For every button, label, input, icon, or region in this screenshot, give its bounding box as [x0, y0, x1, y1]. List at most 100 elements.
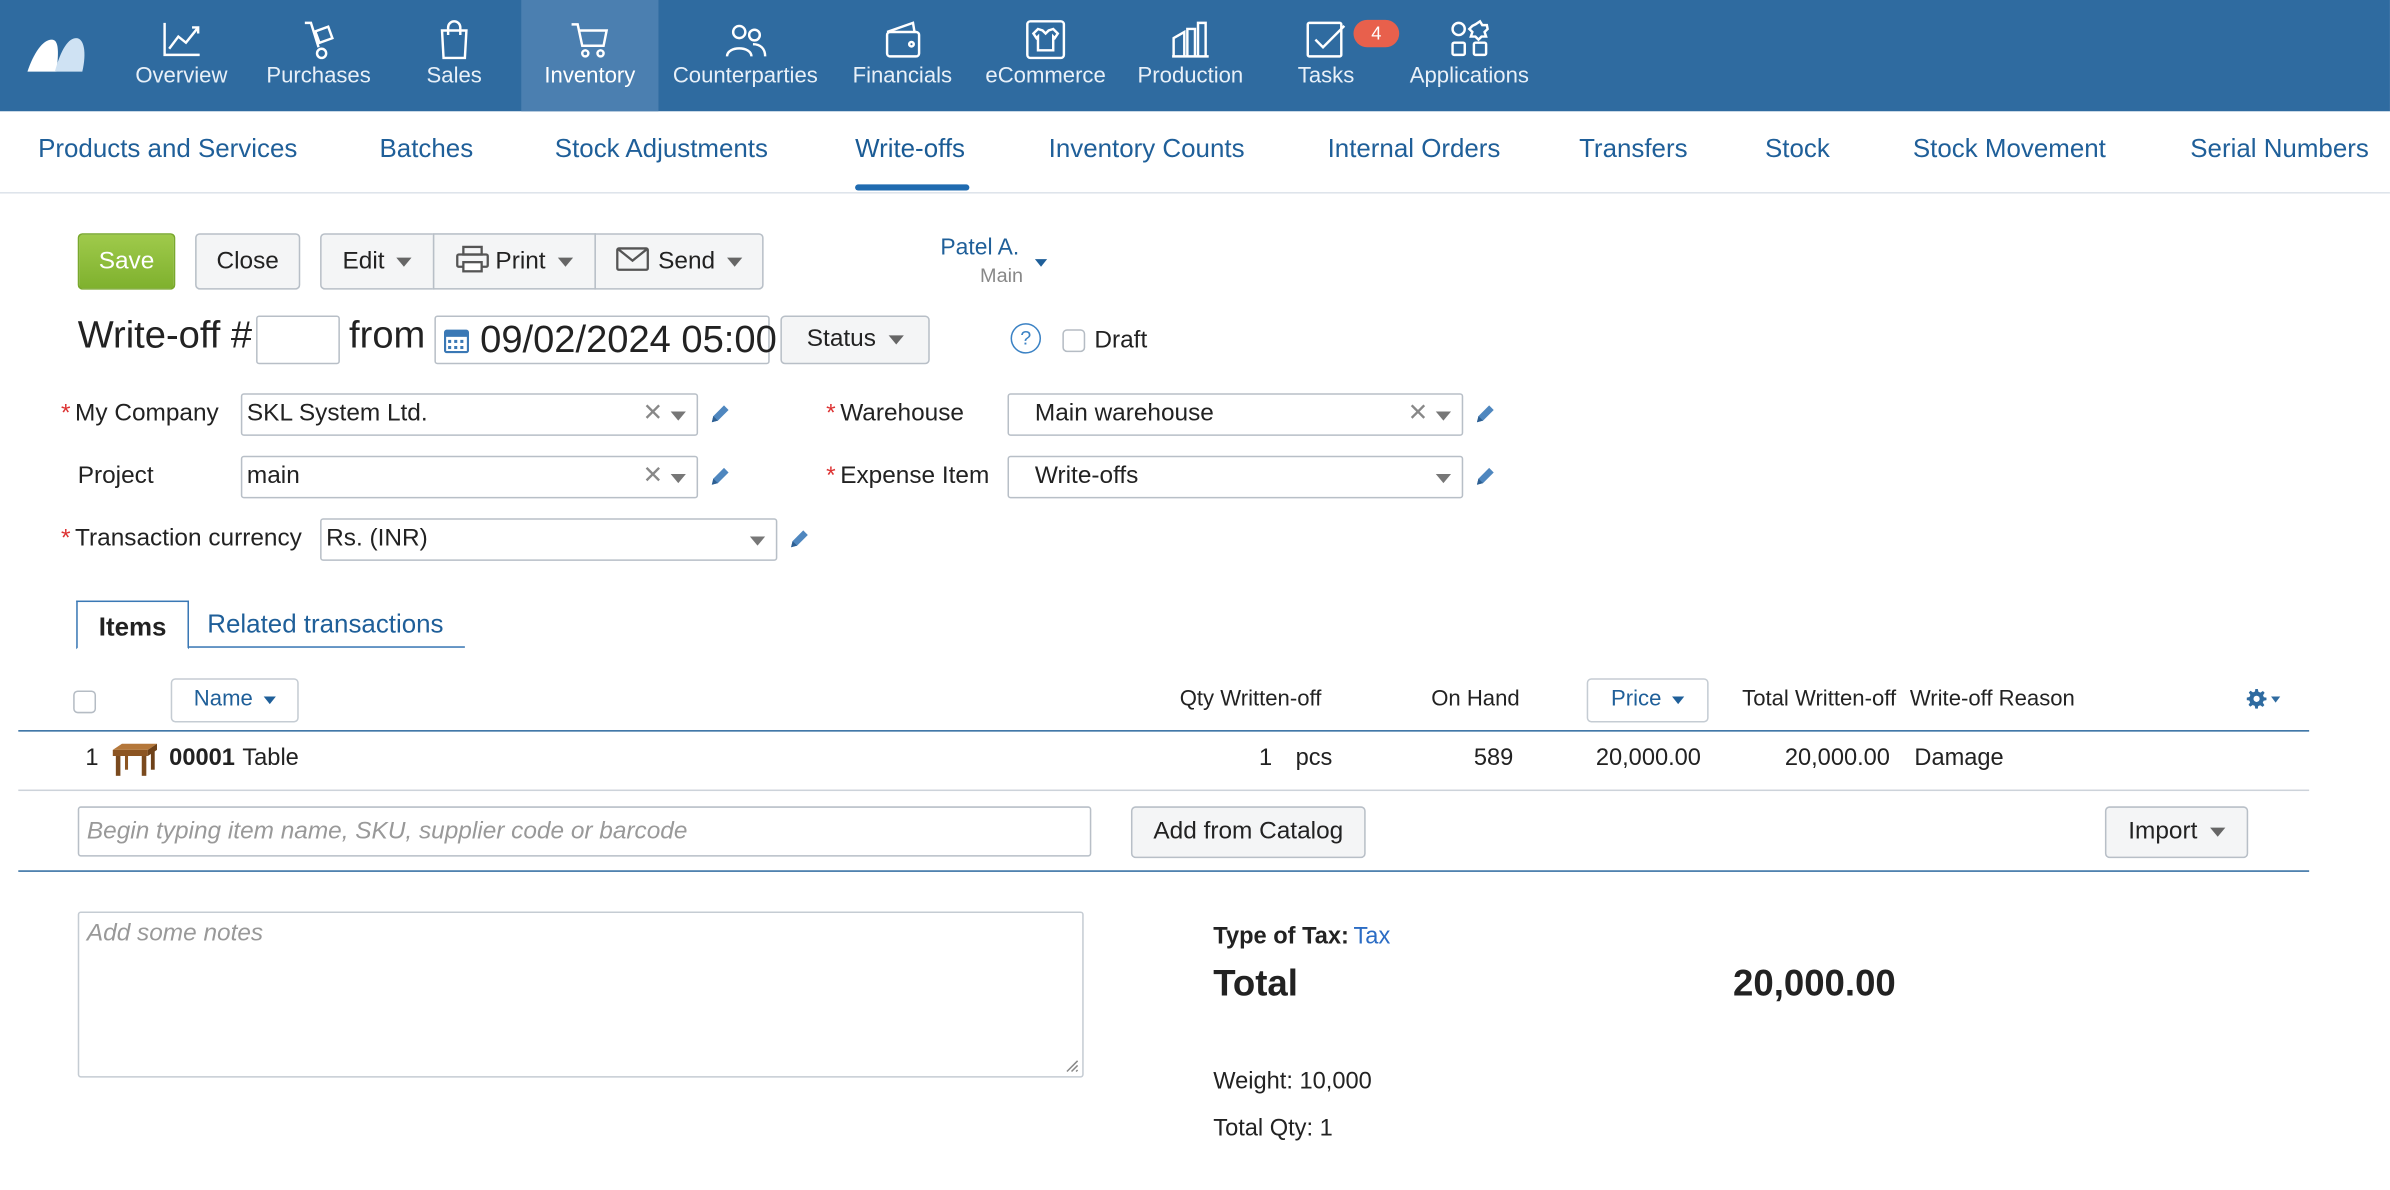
send-menu-button[interactable]: Send	[594, 233, 764, 290]
subnav-products-and-services[interactable]: Products and Services	[38, 134, 297, 164]
chevron-down-icon[interactable]	[1435, 411, 1452, 421]
clear-icon[interactable]: ✕	[643, 457, 663, 497]
subnav-stock-movement[interactable]: Stock Movement	[1913, 134, 2106, 164]
nav-counterparties[interactable]: Counterparties	[671, 0, 820, 111]
nav-financials[interactable]: Financials	[847, 0, 957, 111]
sub-navigation: Products and Services Batches Stock Adju…	[0, 111, 2390, 194]
chevron-down-icon[interactable]	[670, 411, 686, 421]
qty-value[interactable]: 1	[1259, 745, 1272, 772]
status-dropdown[interactable]: Status	[780, 315, 930, 365]
nav-applications[interactable]: Applications	[1405, 0, 1533, 111]
grid-footer-rule	[18, 870, 2310, 872]
print-menu-button[interactable]: Print	[432, 233, 596, 290]
project-select[interactable]: main ✕	[240, 455, 699, 499]
edit-pencil-icon[interactable]	[1472, 402, 1496, 426]
subnav-batches[interactable]: Batches	[380, 134, 474, 164]
clear-icon[interactable]: ✕	[1408, 395, 1428, 435]
reason-value[interactable]: Damage	[1914, 745, 2003, 772]
nav-production-label: Production	[1137, 64, 1244, 89]
subnav-internal-orders[interactable]: Internal Orders	[1328, 134, 1501, 164]
add-from-catalog-button[interactable]: Add from Catalog	[1130, 806, 1366, 859]
document-date-value: 09/02/2024 05:00	[480, 318, 777, 362]
chevron-down-icon[interactable]	[670, 474, 686, 484]
nav-tasks[interactable]: 4 Tasks	[1280, 0, 1400, 111]
edit-menu-button[interactable]: Edit	[320, 233, 435, 290]
required-marker: *	[826, 463, 836, 490]
project-value: main	[246, 463, 300, 490]
expense-item-label-text: Expense Item	[840, 463, 990, 490]
calendar-icon[interactable]	[443, 328, 470, 354]
item-code[interactable]: 00001	[169, 745, 235, 772]
top-navigation-bar: Overview Purchases Sales Inventory Count…	[0, 0, 2390, 112]
project-label: Project	[77, 463, 154, 490]
warehouse-label: * Warehouse	[826, 401, 964, 428]
expense-item-select[interactable]: Write-offs	[1007, 455, 1464, 499]
chart-line-icon	[163, 22, 200, 57]
table-thumbnail-icon	[112, 743, 157, 776]
save-button[interactable]: Save	[77, 233, 176, 290]
edit-pencil-icon[interactable]	[707, 402, 731, 426]
resize-grip-icon[interactable]	[1065, 1059, 1079, 1073]
edit-pencil-icon[interactable]	[1472, 465, 1496, 489]
tax-type-link[interactable]: Tax	[1353, 924, 1390, 951]
chevron-down-icon[interactable]	[1435, 474, 1452, 484]
chevron-down-icon	[727, 257, 743, 267]
chevron-down-icon	[263, 696, 276, 704]
notes-textarea[interactable]: Add some notes	[77, 911, 1084, 1078]
column-settings-button[interactable]	[2246, 688, 2284, 710]
edit-pencil-icon[interactable]	[707, 465, 731, 489]
chevron-down-icon	[888, 334, 904, 345]
subnav-stock[interactable]: Stock	[1765, 134, 1830, 164]
price-value[interactable]: 20,000.00	[1596, 745, 1701, 772]
close-button[interactable]: Close	[195, 233, 301, 290]
subnav-transfers[interactable]: Transfers	[1579, 134, 1687, 164]
edit-label: Edit	[342, 248, 385, 275]
nav-purchases[interactable]: Purchases	[259, 0, 378, 111]
tab-related-transactions[interactable]: Related transactions	[207, 610, 443, 640]
chevron-down-icon[interactable]	[749, 536, 766, 546]
price-column-menu[interactable]: Price	[1586, 678, 1709, 723]
name-column-sort[interactable]: Name	[170, 678, 299, 723]
transaction-currency-select[interactable]: Rs. (INR)	[320, 518, 778, 561]
item-search-input[interactable]: Begin typing item name, SKU, supplier co…	[77, 806, 1092, 857]
nav-overview[interactable]: Overview	[128, 0, 235, 111]
import-button[interactable]: Import	[2104, 806, 2249, 859]
reason-header: Write-off Reason	[1909, 687, 2075, 712]
edit-pencil-icon[interactable]	[786, 527, 810, 551]
required-marker: *	[60, 400, 71, 427]
warehouse-select[interactable]: Main warehouse ✕	[1007, 393, 1464, 436]
shirt-icon	[1026, 20, 1066, 60]
subnav-serial-numbers[interactable]: Serial Numbers	[2190, 134, 2369, 164]
nav-inventory[interactable]: Inventory	[521, 0, 659, 112]
select-all-checkbox[interactable]	[73, 690, 97, 714]
printer-icon	[456, 245, 489, 273]
subnav-stock-adjustments[interactable]: Stock Adjustments	[555, 134, 768, 164]
help-icon[interactable]: ?	[1010, 323, 1042, 354]
tab-items[interactable]: Items	[76, 600, 190, 650]
expense-item-label: * Expense Item	[826, 463, 989, 490]
apps-grid-icon	[1451, 19, 1489, 57]
shopping-bag-icon	[440, 20, 468, 60]
required-marker: *	[60, 525, 71, 552]
print-label: Print	[495, 248, 546, 275]
nav-production[interactable]: Production	[1131, 0, 1250, 111]
chevron-down-icon	[2209, 827, 2225, 837]
clear-icon[interactable]: ✕	[643, 395, 663, 435]
document-number-input[interactable]	[256, 315, 340, 365]
subnav-inventory-counts[interactable]: Inventory Counts	[1049, 134, 1245, 164]
nav-ecommerce[interactable]: eCommerce	[979, 0, 1113, 111]
nav-sales[interactable]: Sales	[408, 0, 499, 111]
subnav-write-offs[interactable]: Write-offs	[855, 134, 965, 164]
app-logo[interactable]	[24, 30, 88, 76]
nav-purchases-label: Purchases	[266, 64, 371, 89]
document-date-input[interactable]: 09/02/2024 05:00	[434, 315, 777, 365]
draft-checkbox[interactable]	[1062, 329, 1086, 353]
cart-icon	[571, 23, 609, 58]
item-name[interactable]: Table	[242, 745, 298, 772]
nav-sales-label: Sales	[426, 64, 482, 89]
transaction-currency-label: * Transaction currency	[61, 526, 302, 553]
my-company-select[interactable]: SKL System Ltd. ✕	[240, 393, 699, 436]
my-company-label: * My Company	[61, 401, 219, 428]
chevron-down-icon	[2271, 696, 2281, 703]
total-label: Total	[1213, 963, 1298, 1005]
